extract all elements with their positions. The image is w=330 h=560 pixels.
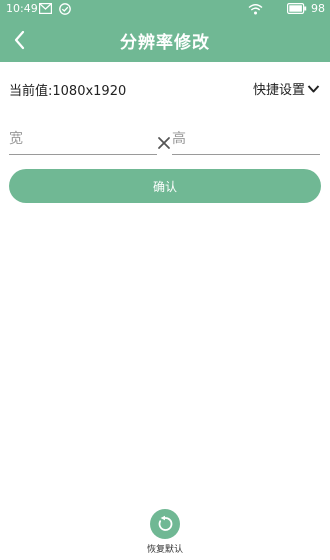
- check-circle-icon: [59, 3, 71, 15]
- width-field-container: [9, 125, 157, 155]
- mail-icon: [39, 3, 52, 14]
- page-title: 分辨率修改: [120, 33, 210, 53]
- quick-settings-dropdown[interactable]: 快捷设置: [253, 79, 320, 98]
- restore-default-label: 恢复默认: [146, 545, 183, 555]
- height-field-container: [172, 125, 320, 155]
- battery-level: 98: [311, 2, 325, 15]
- restore-icon-circle: [150, 509, 180, 539]
- times-icon: [158, 137, 170, 149]
- status-time: 10:49: [6, 2, 38, 15]
- status-bar: 10:49 98: [0, 0, 330, 18]
- app-header: 10:49 98 分辨率修改: [0, 0, 330, 62]
- battery-icon: [287, 3, 307, 14]
- wifi-icon: [248, 4, 263, 15]
- height-input[interactable]: [172, 125, 320, 153]
- width-input[interactable]: [9, 125, 157, 153]
- current-resolution: 当前值:1080x1920: [9, 84, 127, 99]
- restore-icon: [158, 515, 173, 531]
- confirm-button[interactable]: 确认: [9, 169, 321, 203]
- quick-settings-label: 快捷设置: [252, 83, 305, 98]
- chevron-down-icon: [307, 84, 320, 92]
- restore-default-button[interactable]: 恢复默认: [140, 509, 190, 555]
